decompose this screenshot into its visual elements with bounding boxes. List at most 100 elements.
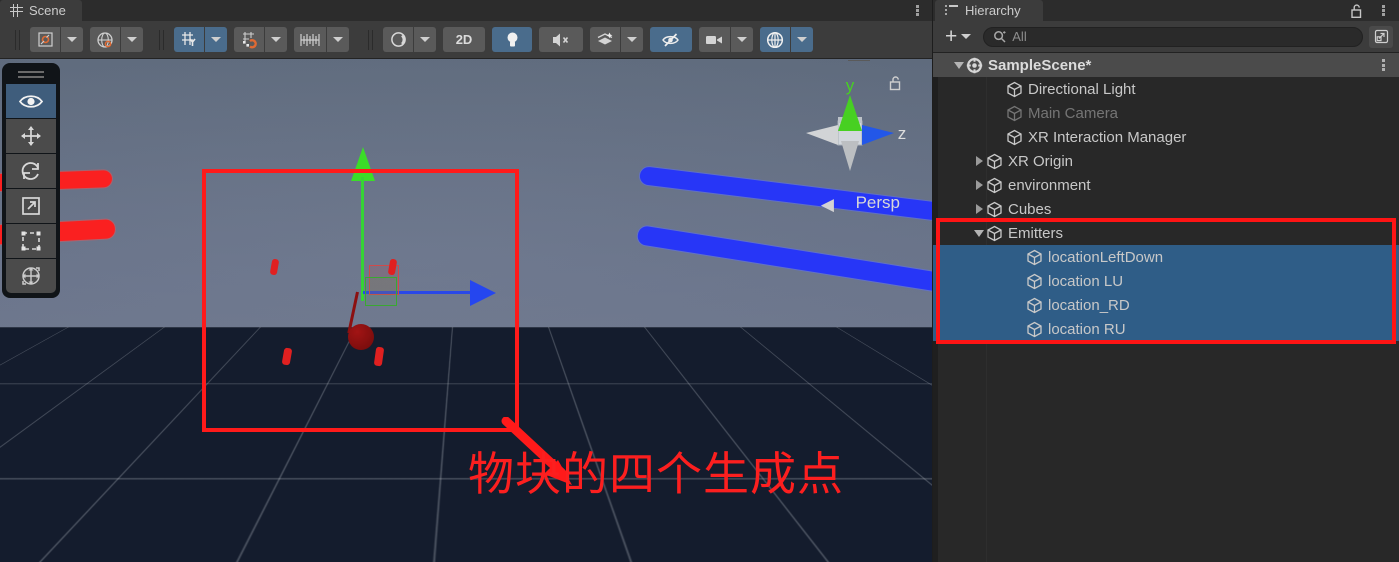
pivot-mode-dropdown[interactable] [61,27,83,52]
chevron-right-icon[interactable] [972,173,986,197]
unity-scene-icon [966,57,983,74]
chevron-down-icon [961,34,971,39]
hierarchy-row[interactable]: locationLeftDown [933,245,1399,269]
scene-viewport[interactable]: 物块的四个生成点 y z ◀ Persp [0,59,932,562]
gameobject-cube-icon [986,177,1003,194]
hierarchy-search-input[interactable] [1012,29,1353,44]
grid-visibility-group [174,27,228,52]
transform-tool-button[interactable] [6,259,56,293]
hierarchy-row[interactable]: Directional Light [933,77,1399,101]
fx-layers-icon [595,30,615,49]
view-tool-button[interactable] [6,84,56,118]
tab-hierarchy[interactable]: Hierarchy [935,0,1043,21]
chevron-down-icon [127,37,137,42]
gizmo-axis-z-label: z [898,124,907,143]
magnet-snap-icon [240,30,259,49]
hierarchy-row[interactable]: environment [933,173,1399,197]
tab-scene-label: Scene [29,3,66,18]
hierarchy-search-box[interactable] [983,27,1363,47]
hierarchy-row[interactable]: location RU [933,317,1399,341]
chevron-down-icon[interactable] [972,221,986,245]
scene-more-options-icon[interactable] [910,3,924,18]
hierarchy-row[interactable]: XR Interaction Manager [933,125,1399,149]
gameobject-cube-icon [986,225,1003,242]
twisty-placeholder [1012,317,1026,341]
camera-icon [704,32,725,48]
projection-mode-label[interactable]: Persp [856,193,900,213]
hierarchy-row-label: Cubes [1008,201,1051,218]
grid-snapping-button[interactable] [234,27,264,52]
eye-crossed-icon [660,31,682,49]
grid-visibility-dropdown[interactable] [205,27,227,52]
hierarchy-row-label: Main Camera [1028,105,1118,122]
lightbulb-icon [504,30,521,49]
toggle-2d-button[interactable]: 2D [443,27,485,52]
toggle-audio-button[interactable] [539,27,583,52]
gameobject-cube-icon [1026,249,1043,266]
hierarchy-row-label: environment [1008,177,1091,194]
gizmos-dropdown[interactable] [791,27,813,52]
hierarchy-row[interactable]: Main Camera [933,101,1399,125]
hierarchy-panel: Hierarchy + All SampleScene* Directional… [932,0,1399,562]
gizmo-globe-icon [765,30,785,50]
handle-rotation-button[interactable] [90,27,120,52]
grid-visibility-button[interactable] [174,27,204,52]
chevron-right-icon[interactable] [972,149,986,173]
persp-collapse-arrow[interactable]: ◀ [821,195,834,215]
move-tool-button[interactable] [6,119,56,153]
gameobject-cube-icon [1006,129,1023,146]
hierarchy-row-label: location RU [1048,321,1126,338]
snap-increment-button[interactable] [294,27,326,52]
palette-drag-handle[interactable] [18,70,44,80]
handle-rotation-dropdown[interactable] [121,27,143,52]
render-mode-button[interactable] [383,27,413,52]
hierarchy-row[interactable]: location_RD [933,293,1399,317]
gameobject-cube-icon [1026,321,1043,338]
grid-snapping-dropdown[interactable] [265,27,287,52]
handle-rotation-group [90,27,144,52]
open-in-new-icon [1374,29,1389,44]
scene-panel: Scene 2D 物块的四个生成点 y z ◀ Persp [0,0,932,562]
fx-button[interactable] [590,27,620,52]
snap-increment-dropdown[interactable] [327,27,349,52]
scale-tool-button[interactable] [6,189,56,223]
rect-tool-button[interactable] [6,224,56,258]
gizmos-button[interactable] [760,27,790,52]
chevron-down-icon[interactable] [952,53,966,77]
scene-camera-dropdown[interactable] [731,27,753,52]
fx-dropdown[interactable] [621,27,643,52]
gameobject-cube-icon [1026,297,1043,314]
hierarchy-row[interactable]: location LU [933,269,1399,293]
hierarchy-row-label: locationLeftDown [1048,249,1163,266]
gameobject-cube-icon [1006,105,1023,122]
hierarchy-row-label: location LU [1048,273,1123,290]
twisty-placeholder [992,101,1006,125]
hierarchy-more-options-icon[interactable] [1376,3,1390,18]
scene-toolbar: 2D [0,21,932,59]
render-mode-dropdown[interactable] [414,27,436,52]
add-gameobject-button[interactable]: + [939,26,977,48]
hierarchy-expand-search-button[interactable] [1369,26,1393,48]
chevron-down-icon [420,37,430,42]
toggle-hidden-objects-button[interactable] [650,27,692,52]
gameobject-cube-icon [1006,81,1023,98]
hierarchy-row[interactable]: Emitters [933,221,1399,245]
tab-scene[interactable]: Scene [0,0,82,21]
hierarchy-row[interactable]: Cubes [933,197,1399,221]
twisty-placeholder [1012,269,1026,293]
chevron-right-icon[interactable] [972,197,986,221]
render-mode-group [383,27,437,52]
hierarchy-row[interactable]: XR Origin [933,149,1399,173]
toggle-lighting-button[interactable] [492,27,532,52]
hierarchy-row[interactable]: SampleScene* [933,53,1399,77]
pivot-mode-button[interactable] [30,27,60,52]
hierarchy-tree[interactable]: SampleScene* Directional Light Main Camera… [933,53,1399,562]
pivot-group [30,27,84,52]
gizmo-lock-icon[interactable] [888,75,902,96]
orientation-gizmo-drag-handle[interactable] [848,59,870,63]
scene-camera-button[interactable] [699,27,730,52]
scene-tool-palette [2,63,60,298]
mute-speaker-icon [550,31,572,49]
scene-row-more-options-icon[interactable] [1377,57,1389,73]
rotate-tool-button[interactable] [6,154,56,188]
